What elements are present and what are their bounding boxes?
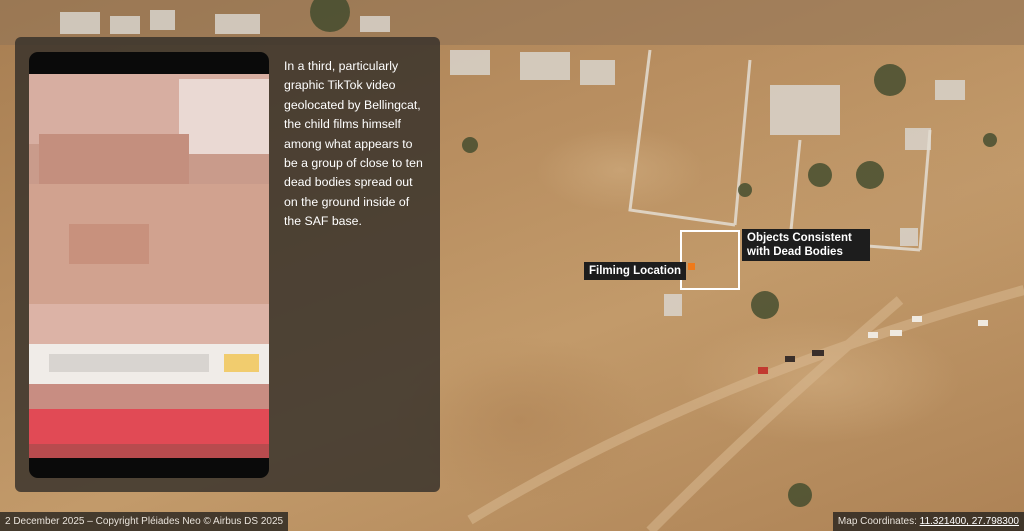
objects-label-line2: with Dead Bodies xyxy=(747,246,843,258)
filming-location-text: Filming Location xyxy=(589,265,681,277)
tiktok-video-frame[interactable] xyxy=(29,52,269,478)
objects-highlight-box xyxy=(680,230,740,290)
coords-label: Map Coordinates: xyxy=(837,516,920,527)
coords-link[interactable]: 11.321400, 27.798300 xyxy=(920,516,1019,527)
objects-label-line1: Objects Consistent xyxy=(747,232,852,244)
map-coordinates: Map Coordinates: 11.321400, 27.798300 xyxy=(832,512,1024,531)
story-caption: In a third, particularly graphic TikTok … xyxy=(284,59,423,229)
filming-location-marker xyxy=(688,263,695,270)
blurred-video-still xyxy=(29,74,269,458)
filming-location-label: Filming Location xyxy=(584,262,686,280)
imagery-credit: 2 December 2025 – Copyright Pléiades Neo… xyxy=(0,512,289,531)
objects-label: Objects Consistent with Dead Bodies xyxy=(742,229,870,261)
